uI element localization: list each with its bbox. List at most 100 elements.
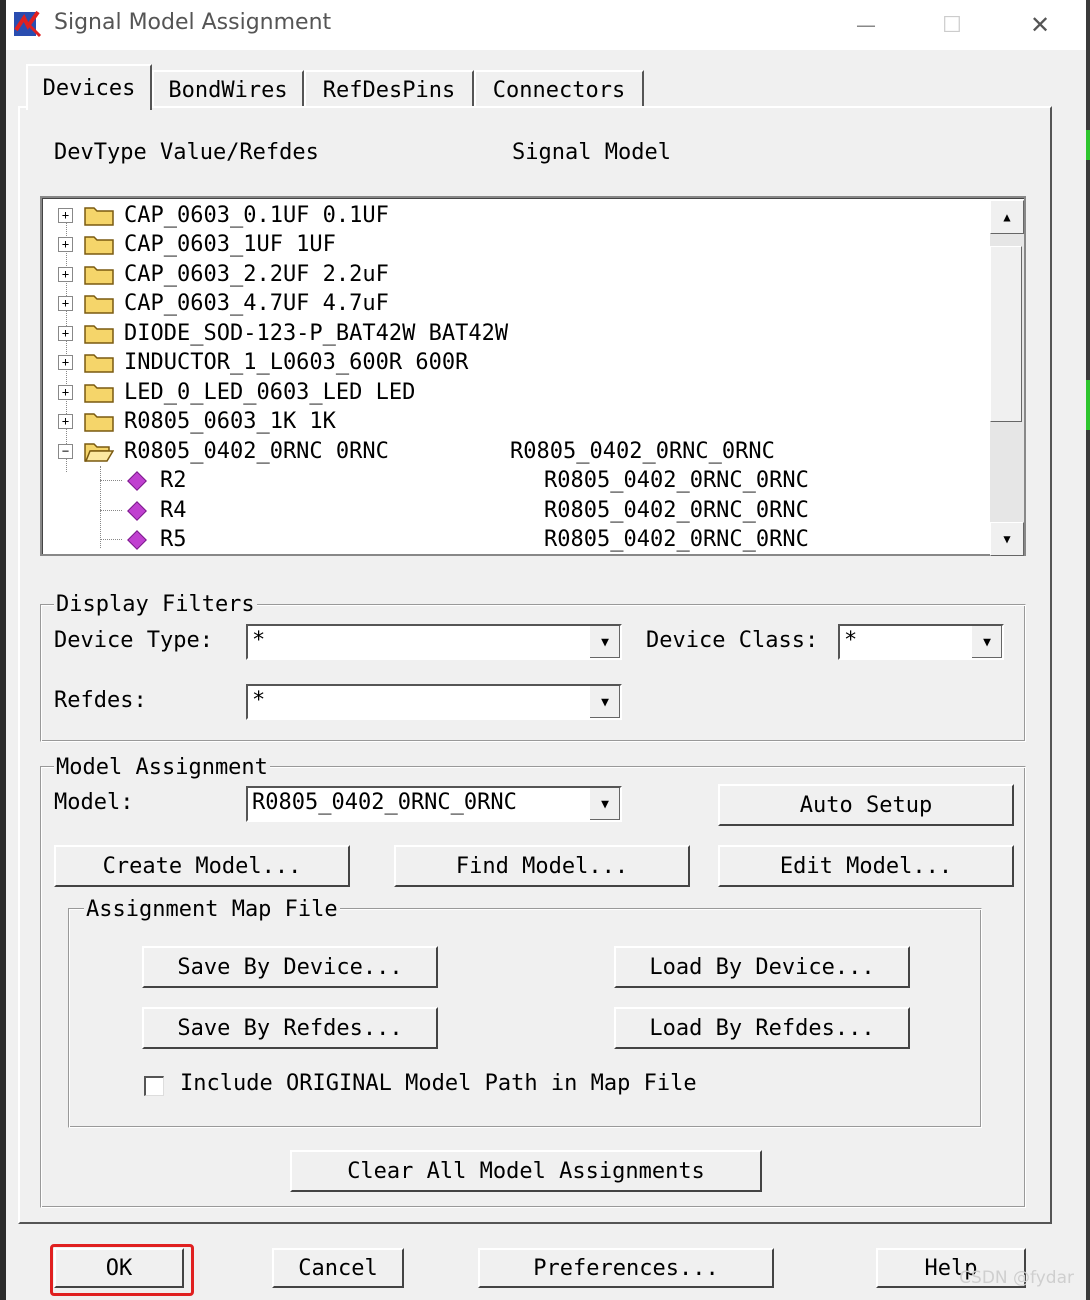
window-title: Signal Model Assignment	[54, 10, 332, 35]
tree-guide-line	[100, 510, 122, 511]
tab-refdespins[interactable]: RefDesPins	[304, 70, 474, 108]
tree-row[interactable]: + CAP_0603_4.7UF 4.7uF	[42, 288, 982, 318]
auto-setup-button[interactable]: Auto Setup	[718, 784, 1014, 826]
tree-node-model: R0805_0402_0RNC_0RNC	[544, 526, 809, 552]
close-button[interactable]: ✕	[1020, 8, 1060, 42]
dropdown-arrow-icon[interactable]: ▼	[589, 626, 620, 658]
tree-node-label: CAP_0603_2.2UF 2.2uF	[124, 261, 389, 287]
window-right-edge	[1086, 0, 1090, 1300]
column-header-signal-model: Signal Model	[512, 140, 671, 165]
expand-icon[interactable]: +	[58, 208, 73, 223]
tree-node-label: CAP_0603_1UF 1UF	[124, 231, 336, 257]
collapse-icon[interactable]: −	[58, 444, 73, 459]
folder-icon	[84, 295, 114, 314]
folder-icon	[84, 207, 114, 226]
save-by-device-button[interactable]: Save By Device...	[142, 946, 438, 988]
folder-icon	[84, 236, 114, 255]
tree-scrollbar[interactable]: ▲ ▼	[990, 200, 1024, 556]
tree-node-model: R0805_0402_0RNC_0RNC	[544, 467, 809, 493]
expand-icon[interactable]: +	[58, 326, 73, 341]
tree-node-label: R0805_0402_0RNC 0RNC	[124, 438, 389, 464]
preferences-button[interactable]: Preferences...	[478, 1248, 774, 1288]
tree-row-expanded[interactable]: − R0805_0402_0RNC 0RNC R0805_0402_0RNC_0…	[42, 436, 982, 466]
load-by-refdes-button[interactable]: Load By Refdes...	[614, 1007, 910, 1049]
ok-highlight-annotation	[50, 1244, 194, 1296]
cancel-button[interactable]: Cancel	[272, 1248, 404, 1288]
watermark: CSDN @fydar	[959, 1268, 1074, 1288]
tab-bondwires[interactable]: BondWires	[152, 70, 304, 108]
load-by-device-button[interactable]: Load By Device...	[614, 946, 910, 988]
device-class-value: *	[844, 628, 858, 653]
tree-node-label: CAP_0603_0.1UF 0.1UF	[124, 202, 389, 228]
tree-row[interactable]: + DIODE_SOD-123-P_BAT42W BAT42W	[42, 318, 982, 348]
component-diamond-icon	[127, 471, 147, 491]
tree-node-model: R0805_0402_0RNC_0RNC	[510, 438, 775, 464]
tree-row[interactable]: + CAP_0603_2.2UF 2.2uF	[42, 259, 982, 289]
refdes-label: Refdes:	[54, 688, 147, 713]
save-by-refdes-button[interactable]: Save By Refdes...	[142, 1007, 438, 1049]
tree-guide-line	[100, 539, 122, 540]
tree-row[interactable]: + INDUCTOR_1_L0603_600R 600R	[42, 347, 982, 377]
tree-node-label: R5	[160, 526, 187, 552]
include-original-label[interactable]: Include ORIGINAL Model Path in Map File	[180, 1071, 697, 1096]
device-class-combo[interactable]: * ▼	[838, 624, 1004, 660]
refdes-combo[interactable]: * ▼	[246, 684, 622, 720]
tab-connectors[interactable]: Connectors	[474, 70, 644, 108]
tree-node-label: DIODE_SOD-123-P_BAT42W BAT42W	[124, 320, 509, 346]
scroll-thumb[interactable]	[990, 246, 1022, 422]
model-assignment-legend: Model Assignment	[54, 755, 270, 780]
tree-row[interactable]: + R0805_0603_1K 1K	[42, 406, 982, 436]
clear-all-assignments-button[interactable]: Clear All Model Assignments	[290, 1150, 762, 1192]
tree-row[interactable]: + CAP_0603_1UF 1UF	[42, 229, 982, 259]
expand-icon[interactable]: +	[58, 296, 73, 311]
tree-node-label: R4	[160, 497, 187, 523]
column-header-devtype: DevType Value/Refdes	[54, 140, 319, 165]
find-model-button[interactable]: Find Model...	[394, 845, 690, 887]
create-model-button[interactable]: Create Model...	[54, 845, 350, 887]
device-tree[interactable]: + CAP_0603_0.1UF 0.1UF + CAP_0603_1UF 1U…	[40, 196, 1026, 556]
scroll-down-button[interactable]: ▼	[990, 522, 1024, 556]
tree-guide-line	[100, 480, 122, 481]
model-label: Model:	[54, 790, 134, 815]
tree-row[interactable]: R2 R0805_0402_0RNC_0RNC	[42, 465, 982, 495]
title-bar[interactable]: Signal Model Assignment — ☐ ✕	[6, 0, 1086, 50]
device-class-label: Device Class:	[646, 628, 819, 653]
expand-icon[interactable]: +	[58, 237, 73, 252]
tree-row[interactable]: R4 R0805_0402_0RNC_0RNC	[42, 495, 982, 525]
desktop-edge-mark	[1086, 130, 1090, 160]
dropdown-arrow-icon[interactable]: ▼	[589, 686, 620, 718]
tab-label: RefDesPins	[322, 77, 456, 103]
tab-devices[interactable]: Devices	[26, 64, 152, 110]
expand-icon[interactable]: +	[58, 267, 73, 282]
model-combo[interactable]: R0805_0402_0RNC_0RNC ▼	[246, 786, 622, 822]
tab-label: Devices	[42, 75, 136, 101]
tree-node-model: R0805_0402_0RNC_0RNC	[544, 497, 809, 523]
tree-row[interactable]: + CAP_0603_0.1UF 0.1UF	[42, 200, 982, 230]
device-type-combo[interactable]: * ▼	[246, 624, 622, 660]
tree-node-label: R2	[160, 467, 187, 493]
expand-icon[interactable]: +	[58, 414, 73, 429]
component-diamond-icon	[127, 501, 147, 521]
device-type-value: *	[252, 628, 266, 653]
model-value: R0805_0402_0RNC_0RNC	[252, 790, 517, 815]
tree-node-label: CAP_0603_4.7UF 4.7uF	[124, 290, 389, 316]
dropdown-arrow-icon[interactable]: ▼	[971, 626, 1002, 658]
include-original-checkbox[interactable]	[144, 1076, 164, 1096]
scroll-up-button[interactable]: ▲	[990, 200, 1024, 234]
desktop-edge-mark	[1086, 380, 1090, 430]
minimize-button[interactable]: —	[846, 8, 886, 42]
folder-icon	[84, 413, 114, 432]
folder-open-icon	[84, 443, 114, 462]
expand-icon[interactable]: +	[58, 385, 73, 400]
tree-row[interactable]: + LED_0_LED_0603_LED LED	[42, 377, 982, 407]
dropdown-arrow-icon[interactable]: ▼	[589, 788, 620, 820]
tree-row[interactable]: R5 R0805_0402_0RNC_0RNC	[42, 524, 982, 554]
edit-model-button[interactable]: Edit Model...	[718, 845, 1014, 887]
folder-icon	[84, 384, 114, 403]
maximize-button[interactable]: ☐	[932, 8, 972, 42]
tab-label: Connectors	[492, 77, 626, 103]
tab-label: BondWires	[168, 77, 288, 103]
folder-icon	[84, 354, 114, 373]
expand-icon[interactable]: +	[58, 355, 73, 370]
tree-node-label: INDUCTOR_1_L0603_600R 600R	[124, 349, 469, 375]
